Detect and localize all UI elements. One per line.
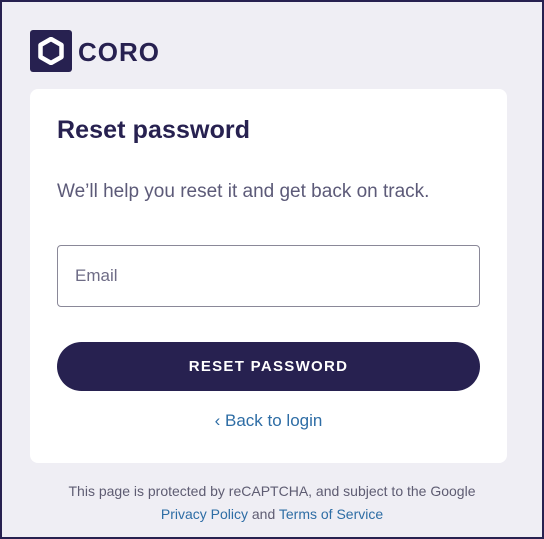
terms-of-service-link[interactable]: Terms of Service — [279, 506, 383, 522]
and-text: and — [251, 506, 276, 522]
subtitle-text: We’ll help you reset it and get back on … — [57, 181, 430, 202]
recaptcha-footer: This page is protected by reCAPTCHA, and… — [2, 480, 542, 526]
page-title: Reset password — [57, 116, 251, 144]
page-frame: CORO Reset password We’ll help you reset… — [0, 0, 544, 539]
recaptcha-notice: This page is protected by reCAPTCHA, and… — [68, 483, 476, 499]
footer-links-line: Privacy Policy and Terms of Service — [2, 503, 542, 526]
privacy-policy-link[interactable]: Privacy Policy — [161, 506, 248, 522]
coro-hexagon-icon — [30, 30, 72, 72]
coro-logo: CORO — [30, 30, 158, 72]
reset-password-card: Reset password We’ll help you reset it a… — [30, 89, 507, 463]
reset-password-button[interactable]: RESET PASSWORD — [57, 342, 480, 391]
svg-text:CORO: CORO — [78, 38, 158, 64]
email-input[interactable] — [57, 245, 480, 307]
coro-wordmark: CORO — [78, 38, 158, 64]
back-to-login-link[interactable]: ‹ Back to login — [30, 411, 507, 431]
